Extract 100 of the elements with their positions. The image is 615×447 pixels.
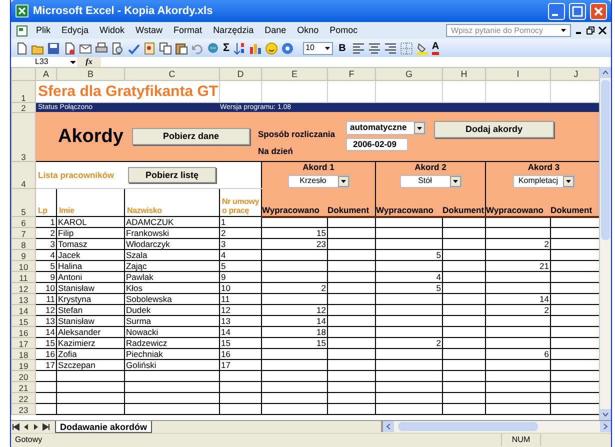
menu-item[interactable]: Edycja xyxy=(58,24,93,38)
save-icon[interactable] xyxy=(47,42,60,54)
new-document-icon[interactable] xyxy=(15,42,28,54)
scroll-thumb[interactable] xyxy=(398,422,538,431)
excel-icon xyxy=(15,4,29,18)
maximize-icon[interactable] xyxy=(569,2,586,20)
akord-dropdown[interactable]: Krzesło xyxy=(288,174,350,188)
row-header[interactable]: 18 xyxy=(12,348,36,360)
menu-item[interactable]: Widok xyxy=(96,24,129,38)
fetch-data-button[interactable]: Pobierz dane xyxy=(132,128,250,145)
first-sheet-icon[interactable] xyxy=(11,422,21,432)
settlement-dropdown[interactable]: automatyczne xyxy=(346,120,426,134)
align-left-icon[interactable] xyxy=(352,42,365,54)
bold-button[interactable]: B xyxy=(336,40,349,56)
caret-icon[interactable] xyxy=(414,122,425,134)
font-size-field[interactable]: 10 xyxy=(302,42,333,54)
fill-color-icon[interactable] xyxy=(416,42,429,54)
align-center-icon[interactable] xyxy=(368,42,381,54)
row-header[interactable]: 8 xyxy=(12,238,36,250)
row-header[interactable]: 9 xyxy=(12,250,36,260)
row-header[interactable]: 6 xyxy=(12,216,36,228)
scroll-thumb[interactable] xyxy=(601,80,610,240)
column-header[interactable]: J xyxy=(550,68,599,80)
table-cell: Stefan xyxy=(56,304,124,316)
menu-item[interactable]: Okno xyxy=(293,24,323,38)
menu-item[interactable]: Wstaw xyxy=(132,24,167,38)
column-header[interactable]: B xyxy=(56,68,124,80)
row-header[interactable]: 4 xyxy=(12,162,36,188)
name-box[interactable]: L33 xyxy=(11,57,77,67)
akord-dropdown[interactable]: Stół xyxy=(400,174,462,188)
row-header[interactable]: 7 xyxy=(12,228,36,238)
help-field[interactable]: Wpisz pytanie do Pomocy xyxy=(446,24,571,37)
table-cell: 15 xyxy=(262,228,328,238)
scroll-up-icon[interactable] xyxy=(600,67,611,78)
table-cell: 2 xyxy=(486,304,550,316)
menu-item[interactable]: Plik xyxy=(32,24,55,38)
column-header[interactable]: G xyxy=(376,68,442,80)
vertical-scrollbar[interactable] xyxy=(599,67,611,420)
restore-icon[interactable] xyxy=(586,26,595,35)
function-icon[interactable]: fx xyxy=(77,56,101,68)
copy-icon[interactable] xyxy=(159,42,172,54)
menu-item[interactable]: Pomoc xyxy=(326,24,362,38)
row-header[interactable]: 11 xyxy=(12,272,36,282)
email-icon[interactable] xyxy=(79,42,92,54)
row-header[interactable]: 1 xyxy=(12,80,36,102)
menu-item[interactable]: Dane xyxy=(260,24,290,38)
chart-icon[interactable] xyxy=(248,42,262,54)
row-header[interactable]: 10 xyxy=(12,260,36,272)
table-cell: Zofia xyxy=(56,348,124,360)
menu-item[interactable]: Narzędzia xyxy=(209,24,258,38)
row-header[interactable]: 13 xyxy=(12,294,36,304)
row-header[interactable]: 22 xyxy=(12,392,36,404)
scroll-down-icon[interactable] xyxy=(600,409,611,420)
row-header[interactable]: 14 xyxy=(12,304,36,316)
formula-field[interactable] xyxy=(101,57,611,67)
column-header[interactable]: C xyxy=(124,68,220,80)
caret-icon[interactable] xyxy=(338,176,348,186)
horizontal-scrollbar[interactable] xyxy=(381,421,611,432)
column-header[interactable]: F xyxy=(328,68,376,80)
column-header[interactable]: D xyxy=(220,68,262,80)
table-cell: 13 xyxy=(220,316,262,326)
row-header[interactable]: 21 xyxy=(12,382,36,392)
row-header[interactable]: 15 xyxy=(12,316,36,326)
table-cell: Stanisław xyxy=(56,282,124,294)
row-header[interactable]: 12 xyxy=(12,282,36,294)
column-header[interactable]: E xyxy=(262,68,328,80)
print-icon[interactable] xyxy=(95,42,108,54)
last-sheet-icon[interactable] xyxy=(41,422,51,432)
column-header[interactable]: I xyxy=(486,68,550,80)
close-icon[interactable] xyxy=(598,26,607,35)
row-header[interactable]: 3 xyxy=(12,112,36,162)
spelling-icon[interactable] xyxy=(127,42,140,54)
table-cell: 1 xyxy=(36,216,56,228)
akord-dropdown[interactable]: Kompletacj xyxy=(512,174,575,188)
caret-icon[interactable] xyxy=(450,176,460,186)
sort-ascending-icon[interactable] xyxy=(232,42,246,54)
column-header[interactable]: A xyxy=(36,68,56,80)
row-header[interactable]: 16 xyxy=(12,326,36,338)
add-button[interactable]: Dodaj akordy xyxy=(434,121,554,138)
row-header[interactable]: 20 xyxy=(12,370,36,382)
paste-icon[interactable] xyxy=(175,42,188,54)
caret-icon[interactable] xyxy=(562,176,574,186)
column-header[interactable]: H xyxy=(442,68,486,80)
row-header[interactable]: 5 xyxy=(12,188,36,216)
row-header[interactable]: 17 xyxy=(12,338,36,348)
print-preview-icon[interactable] xyxy=(111,42,124,54)
fetch-list-button[interactable]: Pobierz listę xyxy=(128,167,216,183)
document-icon[interactable] xyxy=(15,24,29,36)
row-header[interactable]: 19 xyxy=(12,360,36,370)
menu-item[interactable]: Format xyxy=(170,24,206,38)
table-cell: 5 xyxy=(36,260,56,272)
autosum-icon[interactable]: Σ xyxy=(223,42,230,54)
scroll-left-icon[interactable] xyxy=(383,421,394,432)
date-field[interactable]: 2006-02-09 xyxy=(346,138,408,150)
smiley-icon[interactable] xyxy=(264,42,278,54)
row-header[interactable]: 23 xyxy=(12,404,36,414)
permission-icon[interactable] xyxy=(63,42,76,54)
align-right-icon[interactable] xyxy=(384,42,397,54)
sheet-tab[interactable]: Dodawanie akordów xyxy=(55,420,152,432)
scroll-right-icon[interactable] xyxy=(600,421,611,432)
